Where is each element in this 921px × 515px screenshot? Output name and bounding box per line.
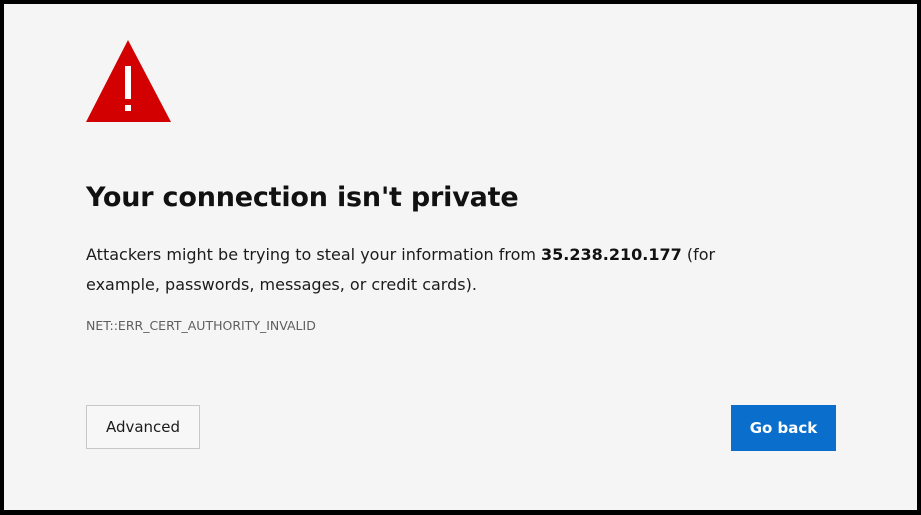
host-address: 35.238.210.177 [541,245,682,264]
error-message: Attackers might be trying to steal your … [86,240,786,300]
advanced-button[interactable]: Advanced [86,405,200,449]
error-page: Your connection isn't private Attackers … [4,4,917,510]
warning-triangle-icon [86,40,171,122]
go-back-button[interactable]: Go back [731,405,836,451]
page-title: Your connection isn't private [86,182,519,213]
error-code: NET::ERR_CERT_AUTHORITY_INVALID [86,318,316,333]
message-text-start: Attackers might be trying to steal your … [86,245,542,264]
